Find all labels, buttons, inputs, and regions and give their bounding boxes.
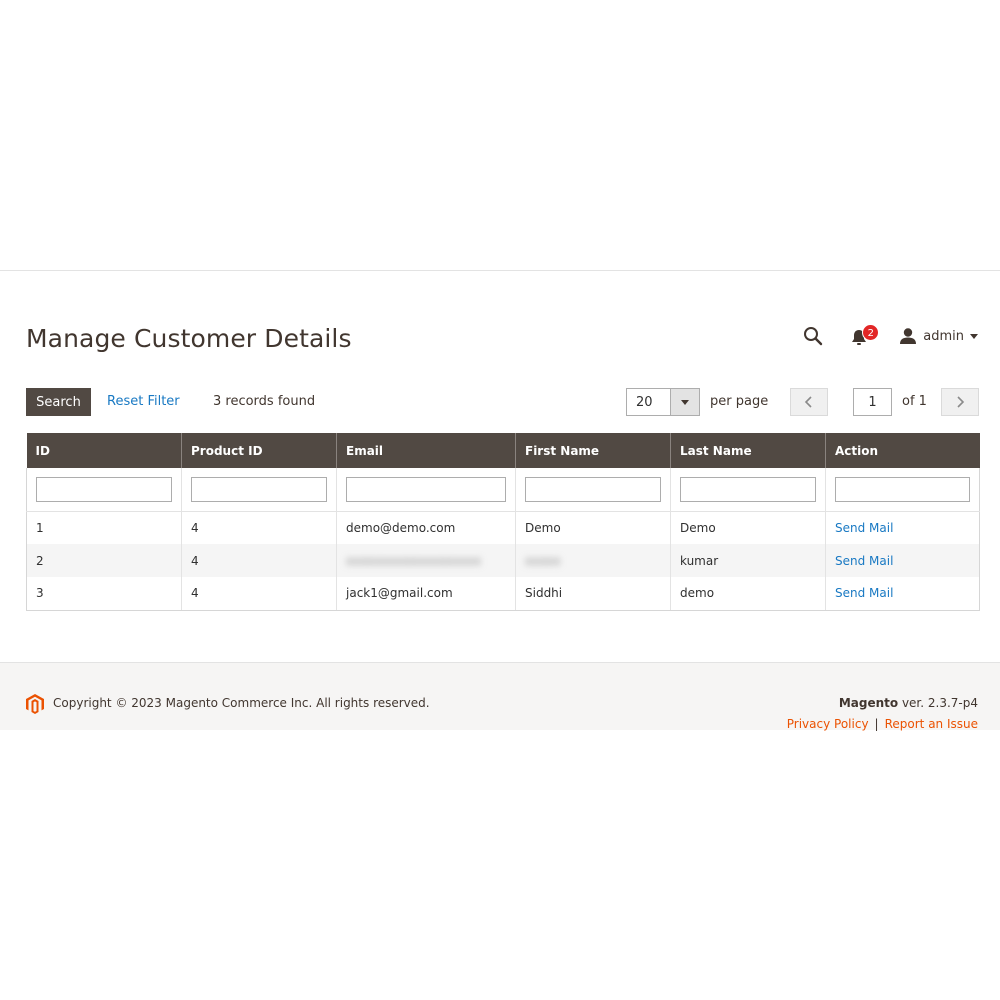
- filter-cell-first-name: [515, 468, 671, 512]
- column-header-first-name[interactable]: First Name: [515, 433, 671, 468]
- filter-cell-last-name: [670, 468, 826, 512]
- filter-action-input[interactable]: [835, 476, 970, 502]
- per-page-value: 20: [636, 395, 653, 410]
- filter-first-name-input[interactable]: [525, 476, 661, 502]
- cell-action: Send Mail: [825, 577, 980, 611]
- reset-filter-link[interactable]: Reset Filter: [107, 394, 180, 409]
- current-page-input[interactable]: [853, 388, 892, 416]
- cell-id: 2: [26, 544, 182, 577]
- filter-cell-product-id: [181, 468, 337, 512]
- brand-name: Magento: [838, 696, 899, 710]
- cell-email: xxxxxxxxxxxxxxxxxxx: [336, 544, 516, 577]
- search-icon: [804, 327, 823, 346]
- grid-header-row: ID Product ID Email First Name Last Name…: [26, 433, 980, 468]
- chevron-down-icon: [970, 333, 978, 339]
- footer-separator: |: [874, 717, 879, 731]
- filter-cell-email: [336, 468, 516, 512]
- cell-first-name: xxxxx: [515, 544, 671, 577]
- next-page-button[interactable]: [941, 388, 979, 416]
- cell-action: Send Mail: [825, 511, 980, 544]
- send-mail-link[interactable]: Send Mail: [835, 586, 893, 600]
- notification-badge: 2: [862, 324, 880, 341]
- cell-id: 1: [26, 511, 182, 544]
- chevron-left-icon: [804, 396, 812, 408]
- cell-first-name: Siddhi: [515, 577, 671, 611]
- cell-id: 3: [26, 577, 182, 611]
- user-menu[interactable]: admin: [899, 327, 978, 345]
- header-actions: 2 admin: [801, 322, 978, 350]
- column-header-id[interactable]: ID: [26, 433, 182, 468]
- filter-product-id-input[interactable]: [191, 476, 327, 502]
- column-header-email[interactable]: Email: [336, 433, 516, 468]
- search-button[interactable]: Search: [26, 388, 91, 416]
- cell-email: demo@demo.com: [336, 511, 516, 544]
- table-row: 1 4 demo@demo.com Demo Demo Send Mail: [26, 511, 980, 544]
- chevron-right-icon: [957, 396, 965, 408]
- footer-links: Privacy Policy | Report an Issue: [787, 717, 978, 731]
- send-mail-link[interactable]: Send Mail: [835, 554, 893, 568]
- cell-action: Send Mail: [825, 544, 980, 577]
- filter-last-name-input[interactable]: [680, 476, 816, 502]
- notifications-button[interactable]: 2: [851, 324, 880, 347]
- user-icon: [900, 328, 917, 344]
- report-issue-link[interactable]: Report an Issue: [885, 717, 978, 731]
- filter-email-input[interactable]: [346, 476, 506, 502]
- page-footer: Copyright © 2023 Magento Commerce Inc. A…: [0, 662, 1000, 731]
- table-row: 3 4 jack1@gmail.com Siddhi demo Send Mai…: [26, 577, 980, 611]
- cell-product-id: 4: [181, 577, 337, 611]
- top-divider: [0, 270, 1000, 271]
- copyright-text: Copyright © 2023 Magento Commerce Inc. A…: [53, 696, 430, 710]
- cell-email: jack1@gmail.com: [336, 577, 516, 611]
- filter-cell-action: [825, 468, 980, 512]
- privacy-policy-link[interactable]: Privacy Policy: [787, 717, 869, 731]
- cell-product-id: 4: [181, 511, 337, 544]
- version-info: Magento ver. 2.3.7-p4: [839, 696, 978, 710]
- column-header-last-name[interactable]: Last Name: [670, 433, 826, 468]
- cell-last-name: kumar: [670, 544, 826, 577]
- filter-cell-id: [26, 468, 182, 512]
- per-page-select[interactable]: 20: [626, 388, 700, 416]
- filter-id-input[interactable]: [36, 476, 172, 502]
- column-header-product-id[interactable]: Product ID: [181, 433, 337, 468]
- user-name: admin: [923, 328, 964, 344]
- customer-grid: ID Product ID Email First Name Last Name…: [26, 433, 980, 611]
- cell-last-name: Demo: [670, 511, 826, 544]
- blurred-first-name: xxxxx: [525, 553, 561, 568]
- cell-last-name: demo: [670, 577, 826, 611]
- per-page-label: per page: [710, 394, 769, 409]
- records-count: 3 records found: [213, 394, 316, 409]
- global-search-button[interactable]: [801, 324, 825, 348]
- chevron-down-icon: [681, 399, 689, 405]
- page-title: Manage Customer Details: [26, 324, 352, 353]
- blurred-email: xxxxxxxxxxxxxxxxxxx: [346, 553, 481, 568]
- grid-toolbar: Search Reset Filter 3 records found 20 p…: [26, 388, 979, 417]
- filter-row: [26, 468, 980, 512]
- magento-logo-icon: [26, 694, 44, 714]
- previous-page-button[interactable]: [790, 388, 828, 416]
- version-text: ver. 2.3.7-p4: [901, 696, 978, 710]
- column-header-action[interactable]: Action: [825, 433, 980, 468]
- cell-first-name: Demo: [515, 511, 671, 544]
- total-pages: of 1: [902, 394, 927, 409]
- table-row: 2 4 xxxxxxxxxxxxxxxxxxx xxxxx kumar Send…: [26, 544, 980, 577]
- cell-product-id: 4: [181, 544, 337, 577]
- send-mail-link[interactable]: Send Mail: [835, 521, 893, 535]
- per-page-toggle[interactable]: [670, 389, 699, 415]
